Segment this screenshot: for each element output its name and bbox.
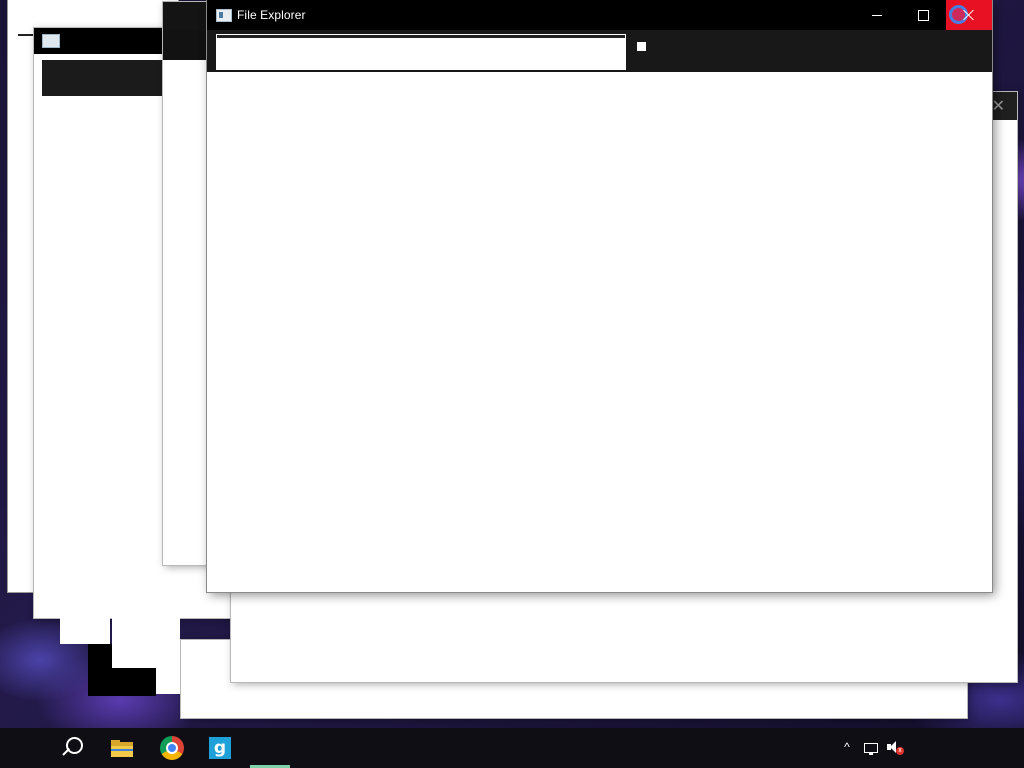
toolbar	[207, 30, 992, 72]
file-explorer-app-icon	[216, 9, 232, 22]
minimize-button[interactable]	[854, 0, 900, 30]
volume-muted-icon[interactable]: x	[886, 740, 904, 756]
close-icon[interactable]: ✕	[992, 96, 1005, 116]
chrome-icon	[160, 736, 184, 760]
network-icon[interactable]	[862, 740, 880, 756]
taskbar-g-app-button[interactable]: g	[196, 728, 244, 768]
g-app-icon: g	[209, 737, 231, 759]
file-explorer-window[interactable]: File Explorer	[207, 0, 992, 592]
maximize-button[interactable]	[900, 0, 946, 30]
taskbar-file-explorer-button[interactable]	[98, 728, 146, 768]
close-button[interactable]	[946, 0, 992, 30]
taskbar-search-button[interactable]	[48, 728, 96, 768]
window-remnants	[60, 618, 180, 698]
show-hidden-icons-chevron-icon[interactable]: ^	[839, 740, 855, 756]
mute-badge: x	[896, 747, 904, 755]
window-title: File Explorer	[237, 8, 306, 22]
address-bar[interactable]	[216, 34, 626, 70]
address-bar-border	[217, 35, 625, 38]
window-titlebar[interactable]: File Explorer	[207, 0, 992, 30]
taskbar-chrome-button[interactable]	[148, 728, 196, 768]
toolbar-square-icon[interactable]	[637, 42, 646, 51]
folder-icon	[111, 739, 133, 757]
maximize-icon	[917, 9, 929, 21]
content-area[interactable]	[207, 72, 992, 592]
close-icon	[963, 9, 975, 21]
window-app-icon	[42, 34, 60, 48]
search-icon	[61, 737, 83, 759]
minimize-icon	[872, 14, 882, 16]
